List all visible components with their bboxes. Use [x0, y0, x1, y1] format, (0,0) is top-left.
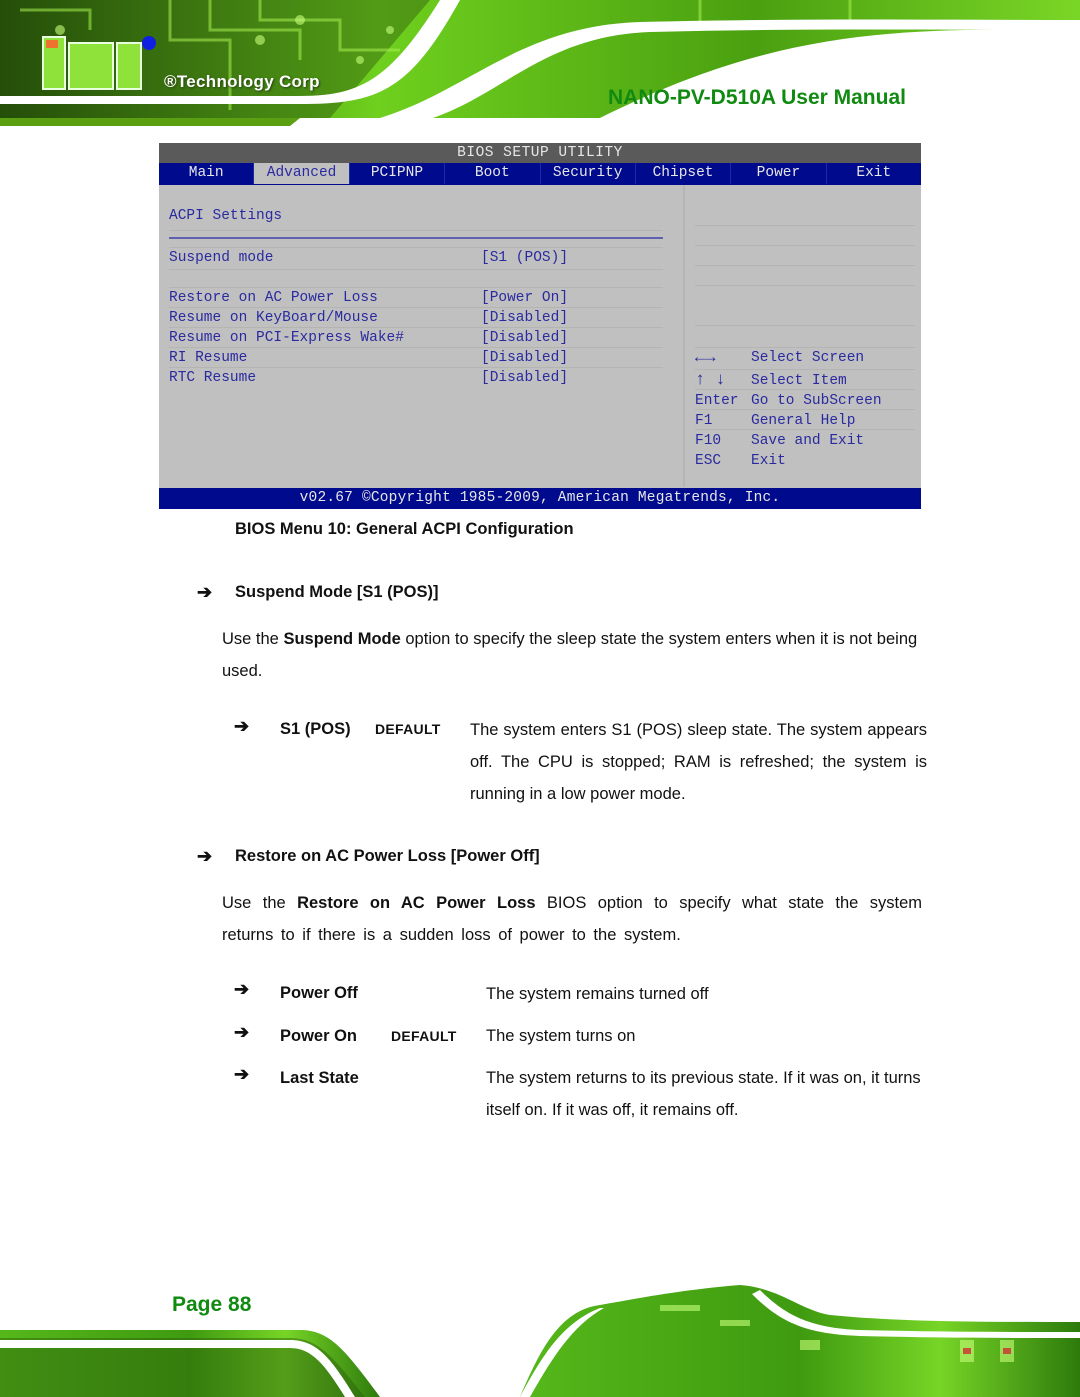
footer-banner	[0, 1270, 1080, 1397]
figure-caption: BIOS Menu 10: General ACPI Configuration	[235, 520, 574, 538]
logo-dot	[142, 36, 156, 50]
option-description: The system returns to its previous state…	[486, 1069, 921, 1119]
help-action: Select Screen	[751, 350, 865, 366]
company-name: ®Technology Corp	[164, 72, 320, 91]
default-label: Default	[391, 1028, 457, 1044]
help-action: Exit	[751, 453, 786, 469]
bios-setting-value[interactable]: [Disabled]	[481, 370, 568, 386]
company-logo: ®Technology Corp	[42, 36, 322, 96]
bios-tab-pcipnp[interactable]: PCIPNP	[350, 163, 446, 184]
bios-separator	[169, 237, 663, 239]
bullet-arrow-icon: ➔	[197, 846, 213, 866]
help-action: Save and Exit	[751, 433, 865, 449]
bullet-arrow-icon: ➔	[234, 1022, 250, 1042]
bios-setting-value[interactable]: [Disabled]	[481, 350, 568, 366]
bios-setting-value[interactable]: [Disabled]	[481, 310, 568, 326]
bios-title: BIOS SETUP UTILITY	[159, 143, 921, 163]
bios-tab-advanced[interactable]: Advanced	[254, 163, 350, 184]
help-key: F1	[695, 413, 713, 429]
bios-tab-power[interactable]: Power	[731, 163, 827, 184]
bios-body: ACPI Settings Suspend mode [S1 (POS)] Re…	[159, 185, 921, 487]
bios-setting-value[interactable]: [Disabled]	[481, 330, 568, 346]
bullet-arrow-icon: ➔	[234, 716, 250, 736]
help-key: Enter	[695, 393, 739, 409]
bullet-arrow-icon: ➔	[197, 582, 213, 602]
bios-section-title: ACPI Settings	[169, 208, 283, 224]
bios-setting-label[interactable]: Resume on KeyBoard/Mouse	[169, 310, 378, 326]
section-heading: Restore on AC Power Loss [Power Off]	[235, 847, 540, 865]
option-name: Power On	[280, 1027, 358, 1045]
bios-settings-panel: ACPI Settings Suspend mode [S1 (POS)] Re…	[169, 185, 674, 487]
help-key: ESC	[695, 453, 722, 469]
bullet-arrow-icon: ➔	[234, 979, 250, 999]
section-heading: Suspend Mode [S1 (POS)]	[235, 583, 439, 601]
left-right-arrow-icon: ←→	[695, 349, 716, 368]
help-action: Select Item	[751, 373, 847, 389]
bios-tab-security[interactable]: Security	[541, 163, 636, 184]
option-name: Power Off	[280, 984, 358, 1002]
bios-screenshot: BIOS SETUP UTILITY Main Advanced PCIPNP …	[159, 143, 921, 509]
bios-help-panel: ←→ Select Screen ↑ ↓ Select Item Enter G…	[683, 185, 923, 487]
option-name: Last State	[280, 1069, 359, 1087]
option-description: The system enters S1 (POS) sleep state. …	[470, 721, 927, 803]
option-description: The system turns on	[486, 1027, 636, 1045]
bios-setting-label[interactable]: Suspend mode	[169, 250, 273, 266]
document-title: NANO-PV-D510A User Manual	[608, 86, 906, 109]
bios-setting-label[interactable]: Resume on PCI-Express Wake#	[169, 330, 404, 346]
circuit-board-graphic	[0, 1285, 1080, 1397]
bios-tab-main[interactable]: Main	[159, 163, 255, 184]
setting-name: Restore on AC Power Loss	[297, 894, 536, 912]
section-paragraph: Use the Suspend Mode option to specify t…	[222, 630, 918, 680]
bios-setting-value[interactable]: [S1 (POS)]	[481, 250, 568, 266]
option-name: S1 (POS)	[280, 720, 351, 738]
bios-tab-exit[interactable]: Exit	[827, 163, 921, 184]
help-action: General Help	[751, 413, 856, 429]
option-description: The system remains turned off	[486, 985, 709, 1003]
logo-accent	[46, 40, 58, 48]
bios-tab-boot[interactable]: Boot	[445, 163, 541, 184]
up-down-arrow-icon: ↑ ↓	[695, 371, 726, 390]
section-paragraph: Use the Restore on AC Power Loss BIOS op…	[222, 894, 922, 944]
setting-name: Suspend Mode	[283, 630, 401, 648]
default-label: Default	[375, 721, 441, 737]
help-action: Go to SubScreen	[751, 393, 882, 409]
bios-tab-chipset[interactable]: Chipset	[636, 163, 732, 184]
bios-tab-bar: Main Advanced PCIPNP Boot Security Chips…	[159, 163, 921, 185]
bios-setting-label[interactable]: RI Resume	[169, 350, 247, 366]
header-banner: ®Technology Corp NANO-PV-D510A User Manu…	[0, 0, 1080, 130]
bullet-arrow-icon: ➔	[234, 1064, 250, 1084]
bios-setting-value[interactable]: [Power On]	[481, 290, 568, 306]
bios-setting-label[interactable]: Restore on AC Power Loss	[169, 290, 378, 306]
page-number: Page 88	[172, 1293, 252, 1316]
bios-copyright: v02.67 ©Copyright 1985-2009, American Me…	[159, 488, 921, 509]
bios-setting-label[interactable]: RTC Resume	[169, 370, 256, 386]
help-key: F10	[695, 433, 722, 449]
